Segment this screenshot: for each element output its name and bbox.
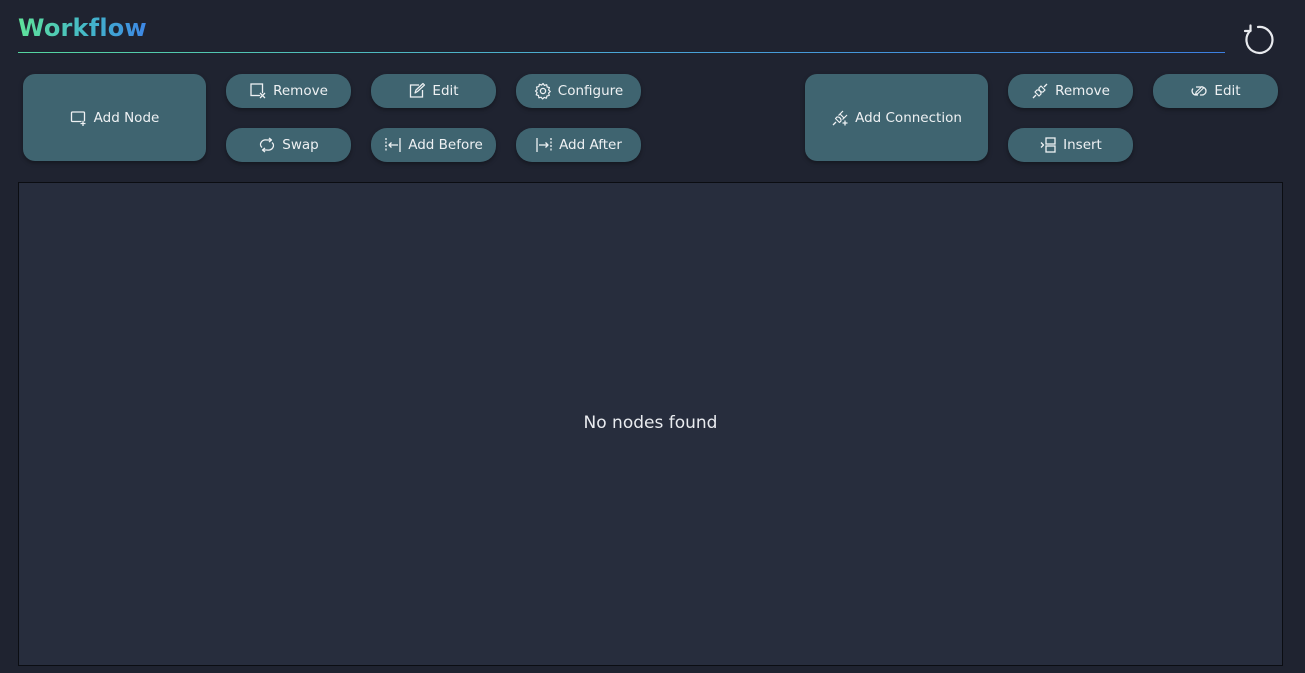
swap-label: Swap [282, 137, 319, 153]
remove-connection-icon [1032, 83, 1048, 99]
add-node-label: Add Node [93, 109, 160, 126]
remove-node-icon [250, 83, 267, 100]
header: Workflow [18, 12, 1225, 54]
title-underline [18, 52, 1225, 53]
add-after-icon [536, 138, 552, 152]
add-connection-label: Add Connection [855, 109, 962, 126]
edit-connection-label: Edit [1214, 83, 1241, 99]
edit-connection-button[interactable]: Edit [1153, 74, 1278, 108]
swap-button[interactable]: Swap [226, 128, 351, 162]
empty-state-message: No nodes found [583, 413, 718, 433]
add-before-icon [385, 138, 401, 152]
insert-button[interactable]: Insert [1008, 128, 1133, 162]
edit-node-label: Edit [432, 83, 459, 99]
refresh-button[interactable] [1240, 22, 1276, 58]
swap-icon [260, 137, 275, 153]
add-connection-icon [832, 110, 848, 125]
remove-connection-label: Remove [1055, 83, 1110, 99]
insert-icon [1040, 137, 1056, 153]
workflow-canvas[interactable]: No nodes found [18, 182, 1283, 666]
configure-button[interactable]: Configure [516, 74, 641, 108]
edit-node-button[interactable]: Edit [371, 74, 496, 108]
refresh-icon [1243, 24, 1274, 54]
configure-label: Configure [557, 83, 624, 99]
add-before-label: Add Before [408, 137, 483, 153]
add-node-button[interactable]: Add Node [23, 74, 206, 161]
workflow-page: Workflow Add Node Remove Edit Configure … [0, 0, 1305, 673]
gear-icon [534, 82, 551, 100]
add-after-label: Add After [559, 137, 622, 153]
remove-node-label: Remove [273, 83, 328, 99]
add-before-button[interactable]: Add Before [371, 128, 496, 162]
edit-connection-icon [1191, 85, 1208, 96]
remove-connection-button[interactable]: Remove [1008, 74, 1133, 108]
edit-node-icon [410, 82, 426, 98]
add-node-icon [70, 110, 86, 126]
page-title: Workflow [18, 14, 147, 42]
add-after-button[interactable]: Add After [516, 128, 641, 162]
remove-node-button[interactable]: Remove [226, 74, 351, 108]
insert-label: Insert [1063, 137, 1102, 153]
add-connection-button[interactable]: Add Connection [805, 74, 988, 161]
